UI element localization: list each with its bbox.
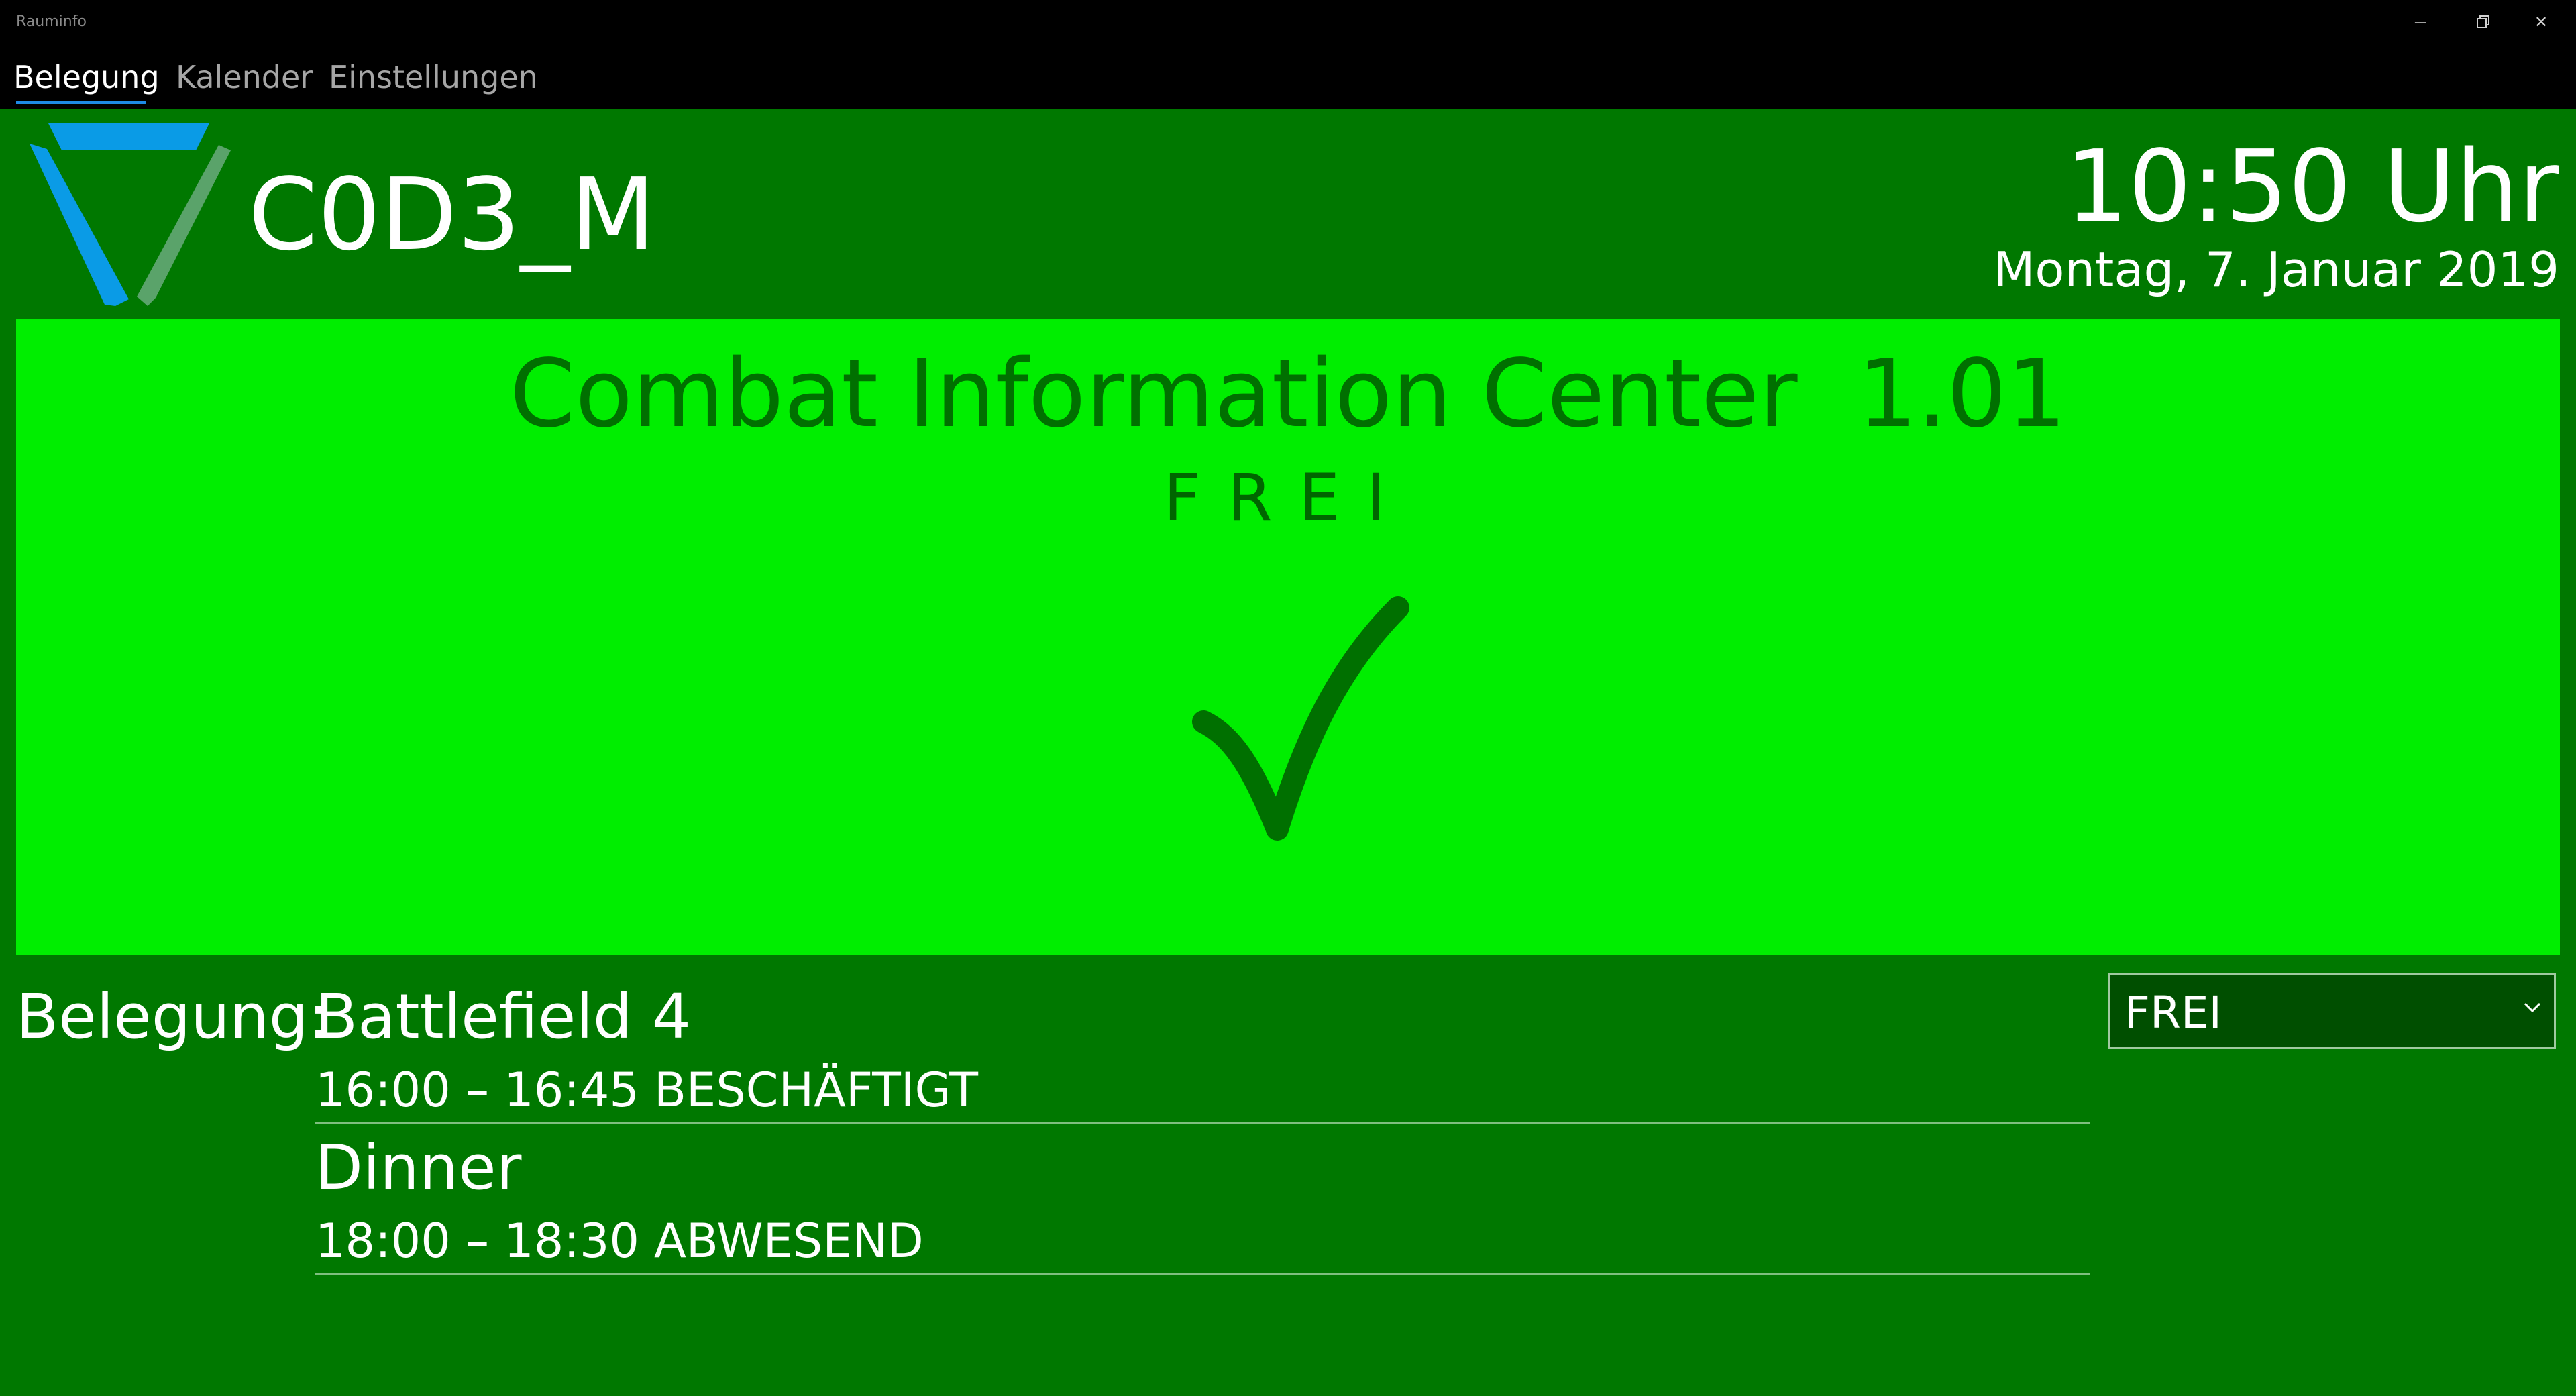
occupancy-label: Belegung: xyxy=(16,981,329,1053)
title-bar: Rauminfo — ✕ xyxy=(0,0,2576,44)
nav-bar: Belegung Kalender Einstellungen xyxy=(0,44,2576,109)
chevron-down-icon xyxy=(2524,1002,2541,1013)
room-code: C0D3_M xyxy=(248,157,656,272)
status-panel: Combat Information Center 1.01 FREI xyxy=(16,319,2560,955)
event-state: ABWESEND xyxy=(653,1214,924,1269)
event-time: 16:00 – 16:45 xyxy=(315,1063,639,1118)
logo xyxy=(30,123,231,306)
status-dropdown-value: FREI xyxy=(2125,987,2222,1038)
tab-kalender[interactable]: Kalender xyxy=(176,59,313,95)
event-title: Battlefield 4 xyxy=(315,981,692,1053)
event-detail: 16:00 – 16:45 BESCHÄFTIGT xyxy=(315,1063,993,1118)
list-item: Battlefield 4 16:00 – 16:45 BESCHÄFTIGT xyxy=(315,981,2090,1132)
close-icon: ✕ xyxy=(2534,13,2548,32)
status-text: FREI xyxy=(1163,460,1413,535)
room-name: Combat Information Center 1.01 xyxy=(509,339,2067,449)
active-tab-indicator xyxy=(16,101,146,104)
status-dropdown[interactable]: FREI xyxy=(2108,973,2556,1049)
event-list: Battlefield 4 16:00 – 16:45 BESCHÄFTIGT D… xyxy=(315,981,2090,1283)
divider xyxy=(315,1273,2090,1275)
date: Montag, 7. Januar 2019 xyxy=(1993,241,2559,298)
event-detail: 18:00 – 18:30 ABWESEND xyxy=(315,1214,938,1269)
tab-einstellungen[interactable]: Einstellungen xyxy=(329,59,538,95)
clock: 10:50 Uhr xyxy=(2065,129,2559,244)
event-time: 18:00 – 18:30 xyxy=(315,1214,639,1269)
main-content: C0D3_M 10:50 Uhr Montag, 7. Januar 2019 … xyxy=(0,109,2576,1396)
restore-icon xyxy=(2477,15,2489,28)
tab-belegung[interactable]: Belegung xyxy=(13,59,160,95)
checkmark-icon xyxy=(1192,596,1409,841)
close-button[interactable]: ✕ xyxy=(2504,5,2576,39)
list-item: Dinner 18:00 – 18:30 ABWESEND xyxy=(315,1132,2090,1283)
event-state: BESCHÄFTIGT xyxy=(653,1063,978,1118)
event-title: Dinner xyxy=(315,1132,522,1203)
divider xyxy=(315,1122,2090,1124)
app-title: Rauminfo xyxy=(16,13,87,30)
minimize-icon: — xyxy=(2414,15,2426,30)
